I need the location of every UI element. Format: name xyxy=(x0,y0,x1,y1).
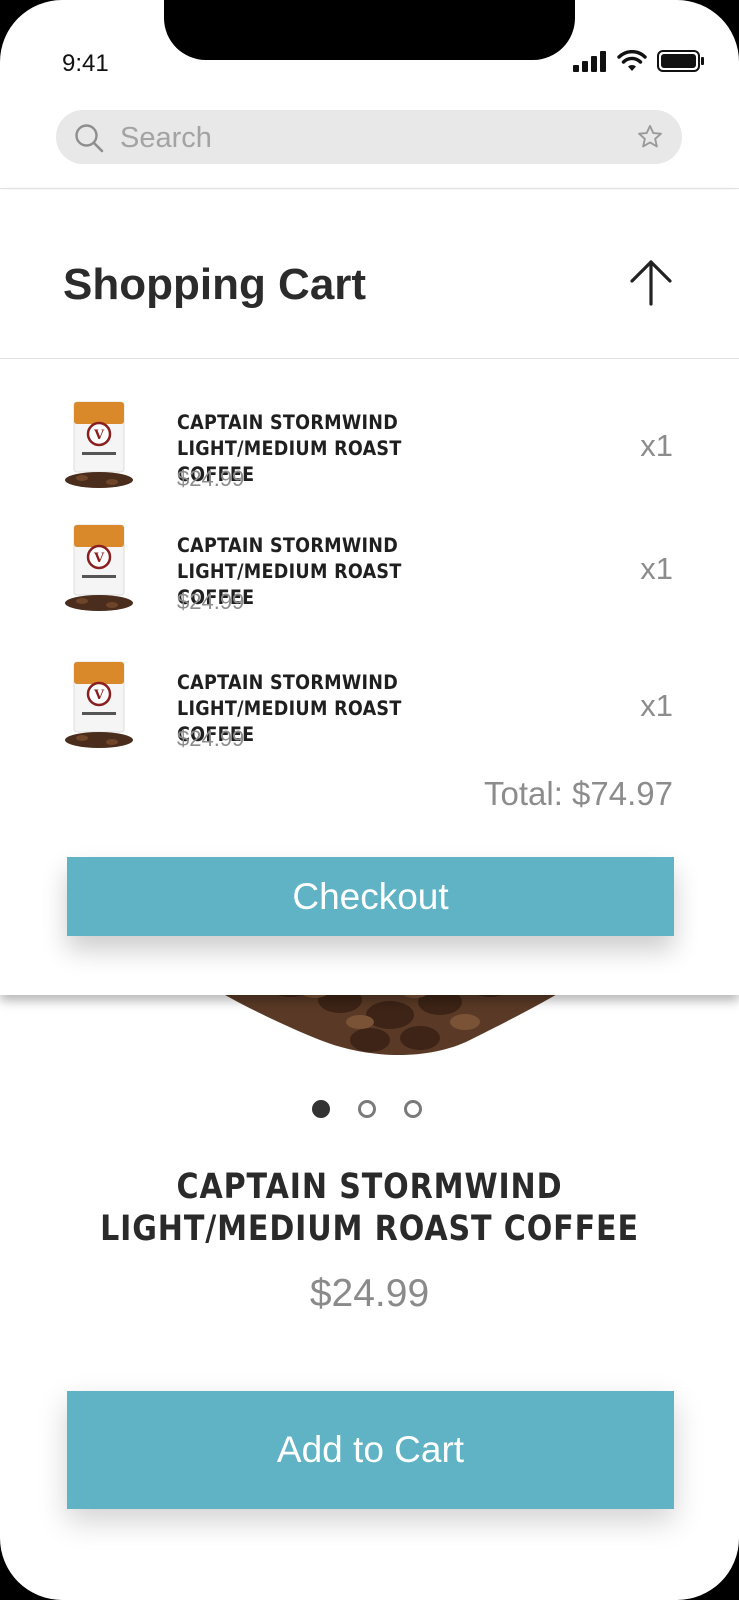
phone-screen: 9:41 Search CAPTAIN STORMWIND LIGHT/MEDI… xyxy=(0,0,739,1600)
header-divider xyxy=(0,188,739,189)
search-input[interactable] xyxy=(118,118,602,158)
cart-item[interactable]: V CAPTAIN STORMWIND LIGHT/MEDIUM ROAST C… xyxy=(0,400,739,510)
coffee-bag-thumbnail: V xyxy=(65,401,133,488)
svg-text:V: V xyxy=(93,688,105,703)
cart-item-price: $24.99 xyxy=(177,466,245,491)
wifi-icon xyxy=(617,50,647,71)
cart-item-price: $24.99 xyxy=(177,589,245,614)
carousel-dot[interactable] xyxy=(358,1100,376,1118)
cart-item-quantity[interactable]: x1 xyxy=(640,551,673,587)
svg-text:V: V xyxy=(93,551,105,566)
add-to-cart-button[interactable]: Add to Cart xyxy=(67,1391,674,1509)
arrow-up-icon[interactable] xyxy=(628,258,674,308)
status-time: 9:41 xyxy=(62,50,109,77)
carousel-dot-active[interactable] xyxy=(312,1100,330,1118)
cart-divider xyxy=(0,358,739,359)
status-icons xyxy=(573,50,705,72)
notch xyxy=(164,0,575,60)
carousel-dots xyxy=(312,1100,422,1118)
cart-item-name-line1: CAPTAIN STORMWIND xyxy=(177,534,399,557)
product-title: CAPTAIN STORMWIND LIGHT/MEDIUM ROAST COF… xyxy=(52,1166,688,1250)
cart-total: Total: $74.97 xyxy=(484,775,673,812)
star-icon[interactable] xyxy=(636,123,664,151)
cart-title: Shopping Cart xyxy=(63,260,367,309)
search-bar[interactable] xyxy=(56,110,682,164)
svg-text:V: V xyxy=(93,428,105,443)
cart-item[interactable]: V CAPTAIN STORMWIND LIGHT/MEDIUM ROAST C… xyxy=(0,660,739,770)
product-title-line1: CAPTAIN STORMWIND xyxy=(176,1167,563,1207)
product-title-line2: LIGHT/MEDIUM ROAST COFFEE xyxy=(100,1209,639,1249)
battery-icon xyxy=(657,50,704,72)
coffee-bag-thumbnail: V xyxy=(65,661,133,748)
coffee-bag-thumbnail: V xyxy=(65,524,133,611)
cart-item-price: $24.99 xyxy=(177,726,245,751)
carousel-dot[interactable] xyxy=(404,1100,422,1118)
cart-item-name-line1: CAPTAIN STORMWIND xyxy=(177,671,399,694)
shopping-cart-panel: Shopping Cart V CAPTAIN STORMWIND LIGHT/… xyxy=(0,190,739,995)
search-icon xyxy=(75,124,104,153)
cart-item-quantity[interactable]: x1 xyxy=(640,688,673,724)
checkout-button[interactable]: Checkout xyxy=(67,857,674,936)
cart-item-quantity[interactable]: x1 xyxy=(640,428,673,464)
cart-item-name-line1: CAPTAIN STORMWIND xyxy=(177,411,399,434)
product-price: $24.99 xyxy=(309,1272,430,1315)
signal-icon xyxy=(573,51,606,72)
cart-item[interactable]: V CAPTAIN STORMWIND LIGHT/MEDIUM ROAST C… xyxy=(0,523,739,633)
